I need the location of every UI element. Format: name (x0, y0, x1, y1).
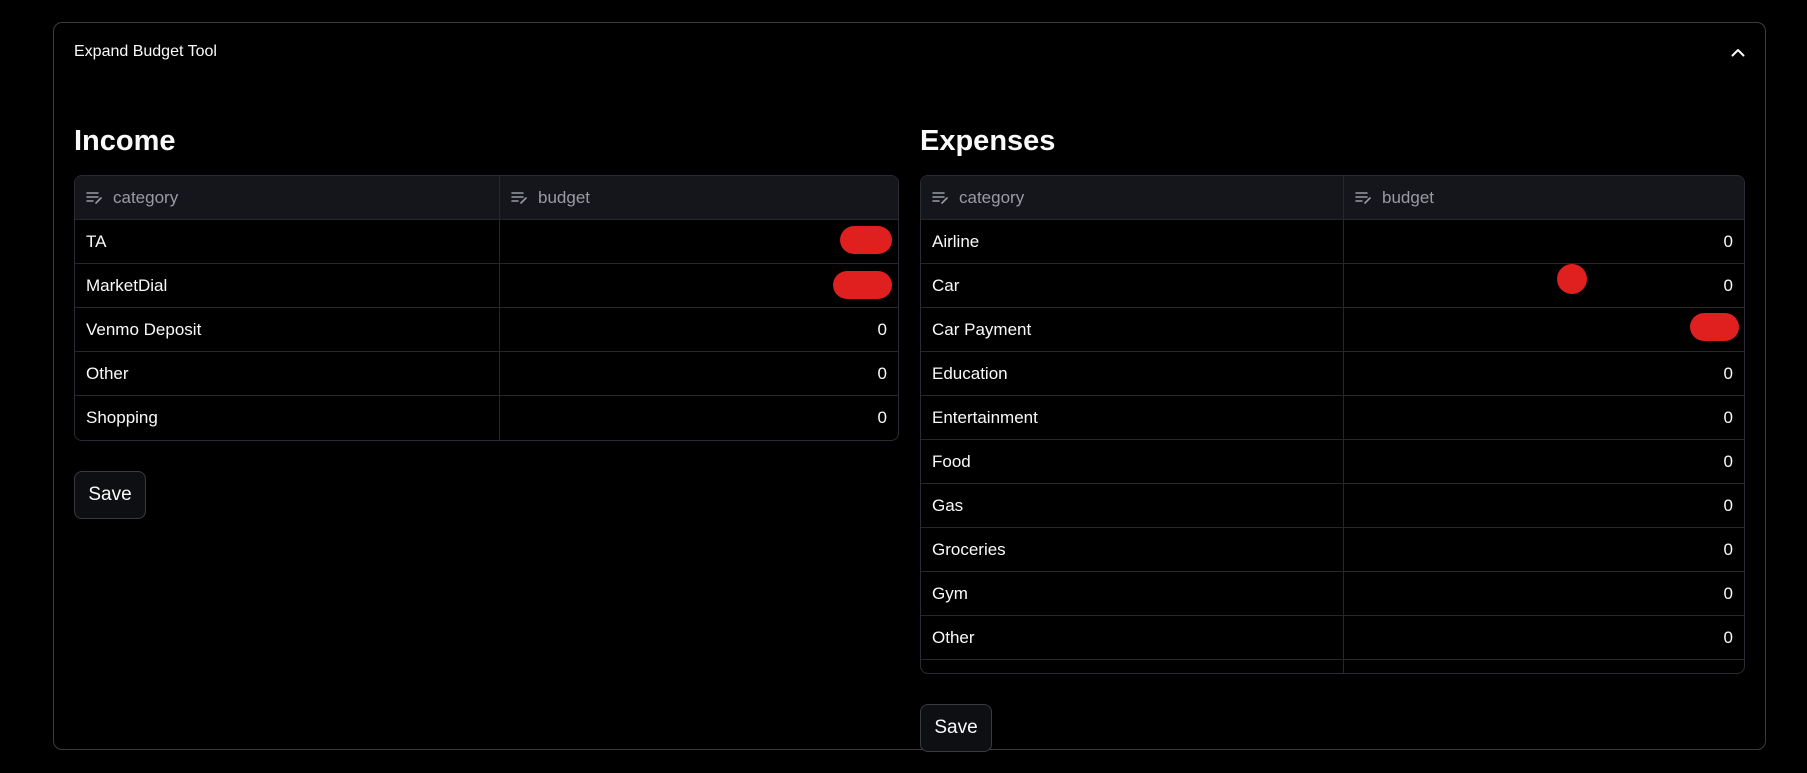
budget-cell[interactable]: 0 (500, 396, 898, 440)
table-row: Education 0 (921, 352, 1744, 396)
category-cell[interactable] (921, 660, 1344, 673)
category-cell[interactable]: MarketDial (75, 264, 500, 307)
budget-cell[interactable] (500, 264, 898, 307)
column-header-label: category (113, 187, 179, 207)
category-cell[interactable]: Car (921, 264, 1344, 307)
table-row: Entertainment 0 (921, 396, 1744, 440)
category-cell[interactable]: Education (921, 352, 1344, 395)
edit-column-icon (1355, 191, 1372, 205)
budget-cell[interactable]: 0 (500, 352, 898, 395)
category-cell[interactable]: Food (921, 440, 1344, 483)
budget-expander: Expand Budget Tool Income category budge (53, 22, 1766, 752)
budget-cell[interactable] (1344, 660, 1744, 673)
table-row: TA (75, 220, 898, 264)
table-row: MarketDial (75, 264, 898, 308)
chevron-up-icon[interactable] (1729, 43, 1747, 61)
budget-cell[interactable] (1344, 308, 1744, 351)
table-row: Gas 0 (921, 484, 1744, 528)
category-cell[interactable]: Car Payment (921, 308, 1344, 351)
column-header-budget[interactable]: budget (500, 176, 898, 219)
table-header-row: category budget (921, 176, 1744, 220)
income-table[interactable]: category budget TA MarketDial Venmo Depo… (74, 175, 899, 441)
category-cell[interactable]: Other (75, 352, 500, 395)
table-row: Gym 0 (921, 572, 1744, 616)
expenses-table[interactable]: category budget Airline 0 Car 0 Car Paym… (920, 175, 1745, 674)
redaction-mark (1690, 313, 1739, 341)
budget-cell[interactable] (500, 220, 898, 263)
table-row: Airline 0 (921, 220, 1744, 264)
table-row: Other 0 (921, 616, 1744, 660)
budget-cell[interactable]: 0 (1344, 352, 1744, 395)
column-header-category[interactable]: category (921, 176, 1344, 219)
budget-cell[interactable]: 0 (1344, 396, 1744, 439)
budget-cell[interactable]: 0 (1344, 572, 1744, 615)
table-row: Shopping 0 (75, 396, 898, 440)
budget-cell[interactable]: 0 (500, 308, 898, 351)
budget-cell[interactable]: 0 (1344, 484, 1744, 527)
budget-cell[interactable]: 0 (1344, 264, 1744, 307)
expander-header[interactable]: Expand Budget Tool (54, 23, 1765, 81)
category-cell[interactable]: Gas (921, 484, 1344, 527)
expenses-heading: Expenses (920, 125, 1056, 157)
expander-title: Expand Budget Tool (74, 43, 217, 60)
table-row: Car Payment (921, 308, 1744, 352)
edit-column-icon (932, 191, 949, 205)
category-cell[interactable]: Airline (921, 220, 1344, 263)
table-header-row: category budget (75, 176, 898, 220)
column-header-budget[interactable]: budget (1344, 176, 1744, 219)
budget-cell[interactable]: 0 (1344, 440, 1744, 483)
redaction-mark (833, 271, 892, 299)
table-row-partial (921, 660, 1744, 673)
column-header-label: budget (1382, 187, 1434, 207)
edit-column-icon (86, 191, 103, 205)
category-cell[interactable]: Gym (921, 572, 1344, 615)
category-cell[interactable]: TA (75, 220, 500, 263)
table-row: Car 0 (921, 264, 1744, 308)
category-cell[interactable]: Entertainment (921, 396, 1344, 439)
budget-cell[interactable]: 0 (1344, 528, 1744, 571)
income-heading: Income (74, 125, 176, 157)
column-header-label: budget (538, 187, 590, 207)
income-save-button[interactable]: Save (74, 471, 146, 519)
redaction-mark (840, 226, 892, 254)
income-section: Income category budget TA MarketDial Ven… (74, 123, 899, 519)
table-row: Other 0 (75, 352, 898, 396)
table-row: Food 0 (921, 440, 1744, 484)
edit-column-icon (511, 191, 528, 205)
table-row: Venmo Deposit 0 (75, 308, 898, 352)
budget-value: 0 (1723, 275, 1733, 295)
category-cell[interactable]: Groceries (921, 528, 1344, 571)
category-cell[interactable]: Venmo Deposit (75, 308, 500, 351)
category-cell[interactable]: Other (921, 616, 1344, 659)
budget-cell[interactable]: 0 (1344, 616, 1744, 659)
expenses-section: Expenses category budget Airline 0 Car 0… (920, 123, 1745, 752)
category-cell[interactable]: Shopping (75, 396, 500, 440)
redaction-mark (1557, 264, 1587, 294)
column-header-category[interactable]: category (75, 176, 500, 219)
column-header-label: category (959, 187, 1025, 207)
table-row: Groceries 0 (921, 528, 1744, 572)
expenses-save-button[interactable]: Save (920, 704, 992, 752)
budget-cell[interactable]: 0 (1344, 220, 1744, 263)
